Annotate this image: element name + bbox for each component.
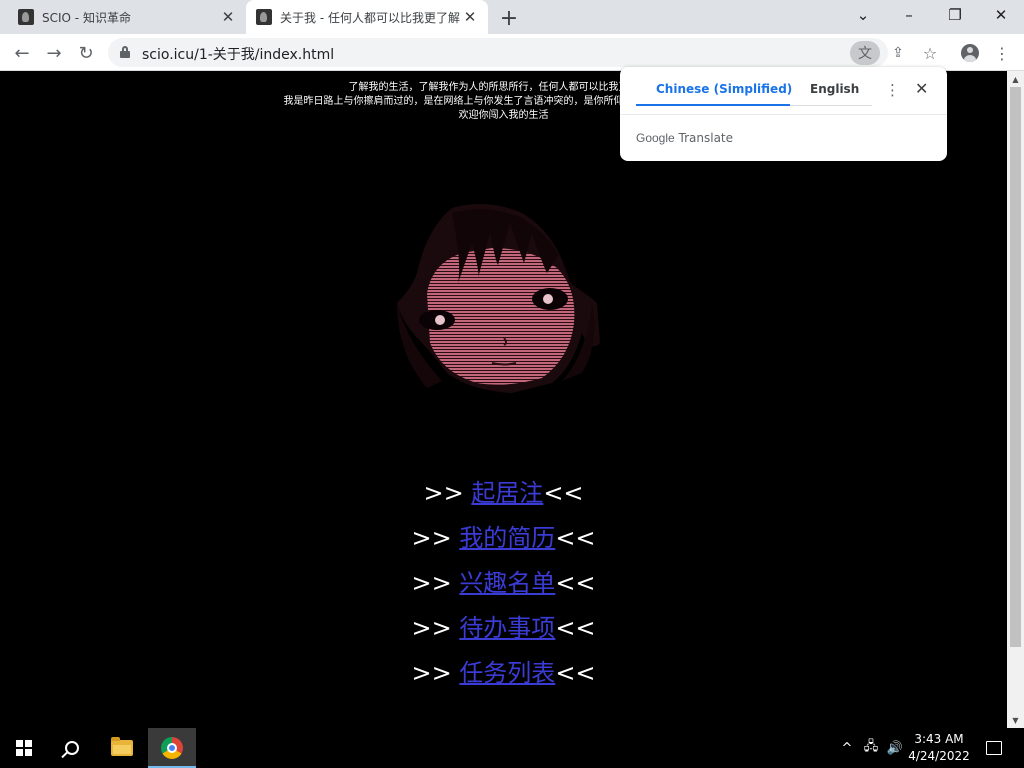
link-todo[interactable]: 待办事项 (459, 614, 555, 642)
back-arrow-icon[interactable]: ← (8, 39, 36, 67)
site-favicon-icon (256, 9, 272, 25)
ascii-portrait-image (397, 204, 600, 393)
page-content: 了解我的生活，了解我作为人的所思所行，任何人都可以比我更了解我 我是昨日路上与你… (0, 71, 1007, 728)
tab-title: 关于我 - 任何人都可以比我更了解 (280, 10, 460, 25)
notifications-button[interactable] (974, 728, 1014, 768)
link-task-list[interactable]: 任务列表 (459, 659, 555, 687)
minimize-button[interactable]: – (886, 0, 932, 30)
menu-item: >> 兴趣名单<< (0, 563, 1007, 608)
link-qijuzhu[interactable]: 起居注 (471, 479, 543, 507)
menu-suffix: << (555, 524, 596, 552)
notification-icon (986, 741, 1002, 755)
lock-icon[interactable] (120, 46, 130, 58)
tab-target-language[interactable]: English (810, 82, 859, 96)
share-icon[interactable]: ⇪ (884, 41, 912, 65)
clock-date: 4/24/2022 (908, 749, 970, 763)
vertical-scrollbar[interactable]: ▲ ▼ (1007, 71, 1024, 728)
chrome-icon (161, 737, 183, 759)
windows-logo-icon (16, 740, 32, 756)
windows-taskbar: ^ 🖧 🔊 3:43 AM 4/24/2022 (0, 728, 1024, 768)
nav-menu: >> 起居注<< >> 我的简历<< >> 兴趣名单<< >> 待办事项<< >… (0, 473, 1007, 698)
profile-button[interactable] (956, 39, 984, 67)
divider (620, 114, 947, 115)
translate-label: Translate (678, 131, 734, 145)
menu-item: >> 任务列表<< (0, 653, 1007, 698)
scrollbar-thumb[interactable] (1010, 87, 1021, 647)
system-clock[interactable]: 3:43 AM 4/24/2022 (904, 731, 974, 765)
kebab-menu-icon[interactable]: ⋮ (988, 39, 1016, 67)
start-button[interactable] (0, 728, 48, 768)
close-window-button[interactable]: ✕ (978, 0, 1024, 30)
avatar-icon (961, 44, 979, 62)
close-tab-icon[interactable]: ✕ (220, 8, 236, 26)
menu-suffix: << (555, 569, 596, 597)
clock-time: 3:43 AM (914, 732, 964, 746)
tab-source-language[interactable]: Chinese (Simplified) (656, 82, 792, 96)
menu-item: >> 待办事项<< (0, 608, 1007, 653)
menu-prefix: >> (411, 569, 452, 597)
menu-item: >> 起居注<< (0, 473, 1007, 518)
volume-icon[interactable]: 🔊 (884, 728, 906, 768)
menu-suffix: << (555, 659, 596, 687)
close-tab-icon[interactable]: ✕ (462, 8, 478, 26)
selected-tab-indicator (636, 104, 790, 106)
menu-prefix: >> (423, 479, 464, 507)
translate-bubble: Chinese (Simplified) English ⋮ ✕ Google … (620, 67, 947, 161)
tab-search-chevron-icon[interactable]: ⌄ (840, 0, 886, 30)
forward-arrow-icon[interactable]: → (40, 39, 68, 67)
tab-strip: SCIO - 知识革命 ✕ 关于我 - 任何人都可以比我更了解 ✕ + ⌄ – … (0, 0, 1024, 34)
google-translate-label: Google Translate (636, 131, 733, 145)
menu-item: >> 我的简历<< (0, 518, 1007, 563)
folder-icon (111, 737, 133, 756)
tab-underline (790, 105, 872, 106)
tab-about-me[interactable]: 关于我 - 任何人都可以比我更了解 ✕ (246, 0, 488, 34)
google-brand: Google (636, 131, 675, 145)
reload-icon[interactable]: ↻ (72, 39, 100, 67)
search-icon (65, 741, 79, 755)
close-icon[interactable]: ✕ (915, 79, 928, 98)
link-resume[interactable]: 我的简历 (459, 524, 555, 552)
file-explorer-button[interactable] (98, 728, 146, 768)
search-button[interactable] (48, 728, 96, 768)
link-interests[interactable]: 兴趣名单 (459, 569, 555, 597)
translate-icon[interactable]: 文 (850, 41, 880, 65)
show-hidden-icons-chevron-icon[interactable]: ^ (838, 728, 856, 768)
menu-suffix: << (555, 614, 596, 642)
url-text[interactable]: scio.icu/1-关于我/index.html (142, 44, 334, 64)
browser-toolbar: ← → ↻ scio.icu/1-关于我/index.html 文 ⇪ ☆ ⋮ (0, 34, 1024, 71)
network-icon[interactable]: 🖧 (860, 728, 882, 768)
new-tab-button[interactable]: + (496, 5, 522, 31)
site-favicon-icon (18, 9, 34, 25)
restore-button[interactable]: ❐ (932, 0, 978, 30)
tab-scio[interactable]: SCIO - 知识革命 ✕ (8, 0, 246, 34)
tab-title: SCIO - 知识革命 (42, 10, 131, 25)
address-bar[interactable]: scio.icu/1-关于我/index.html 文 ⇪ (108, 38, 904, 67)
scroll-up-arrow-icon[interactable]: ▲ (1007, 71, 1024, 87)
menu-prefix: >> (411, 524, 452, 552)
menu-prefix: >> (411, 614, 452, 642)
chrome-taskbar-button[interactable] (148, 728, 196, 768)
bookmark-star-icon[interactable]: ☆ (916, 39, 944, 67)
translate-options-icon[interactable]: ⋮ (885, 81, 900, 99)
scroll-down-arrow-icon[interactable]: ▼ (1007, 712, 1024, 728)
menu-prefix: >> (411, 659, 452, 687)
menu-suffix: << (543, 479, 584, 507)
